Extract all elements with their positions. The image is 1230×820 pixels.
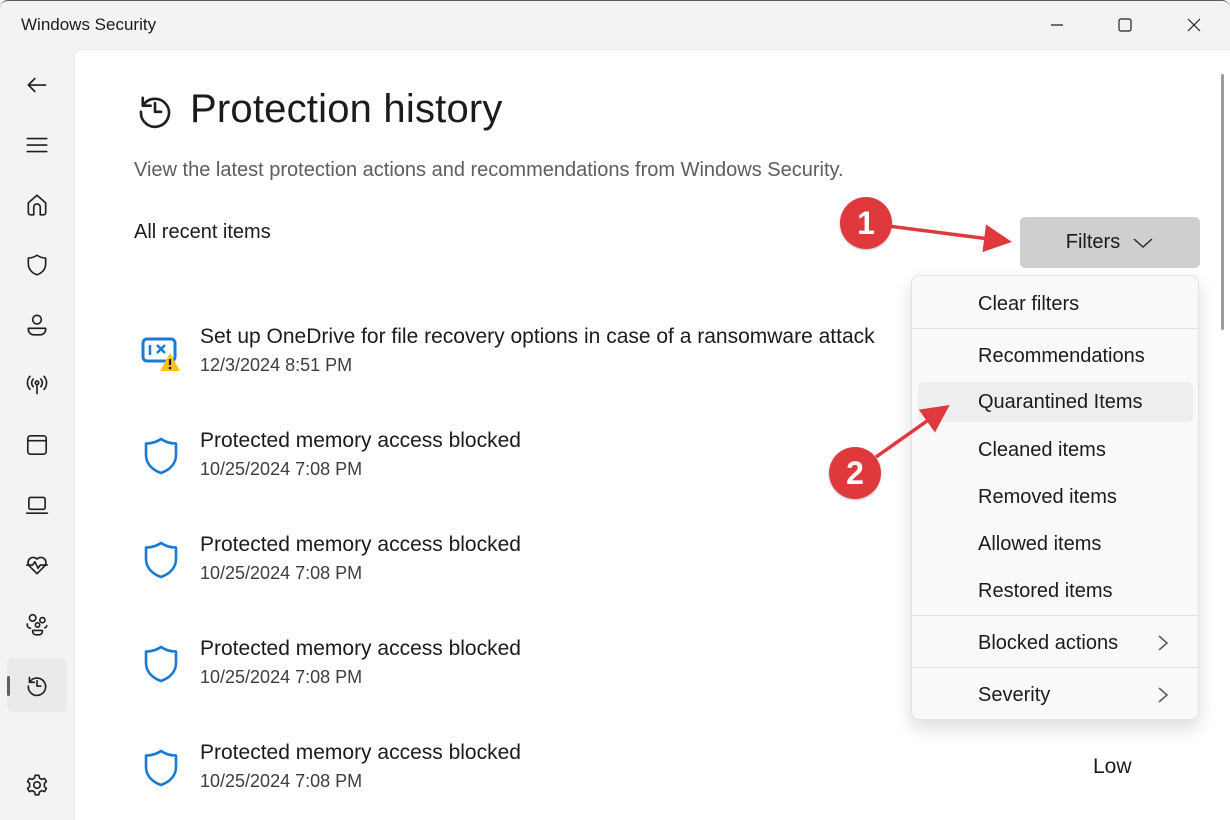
close-icon <box>1187 18 1201 32</box>
sidebar-item-virus-protection[interactable] <box>7 238 67 292</box>
vertical-scrollbar[interactable] <box>1221 74 1224 330</box>
sidebar-item-protection-history[interactable] <box>7 658 67 712</box>
item-date: 10/25/2024 7:08 PM <box>200 459 363 479</box>
menu-toggle-button[interactable] <box>7 118 67 172</box>
app-title: Windows Security <box>21 15 157 34</box>
menu-item-label: Blocked actions <box>978 631 1119 654</box>
filters-label: Filters <box>1065 231 1121 253</box>
sidebar-item-firewall-network[interactable] <box>7 358 67 412</box>
menu-item-removed-items[interactable]: Removed items <box>918 477 1193 517</box>
sidebar-item-account-protection[interactable] <box>7 298 67 352</box>
item-title: Protected memory access blocked <box>200 533 521 556</box>
list-item[interactable]: Protected memory access blocked 10/25/20… <box>134 741 934 801</box>
back-arrow-icon <box>27 77 47 93</box>
menu-item-label: Restored items <box>978 579 1113 602</box>
heart-pulse-icon <box>25 556 49 575</box>
menu-item-label: Recommendations <box>978 344 1145 367</box>
onedrive-warning-icon <box>141 337 180 371</box>
menu-divider <box>912 615 1198 616</box>
section-label: All recent items <box>134 221 271 243</box>
page-title: Protection history <box>190 87 503 131</box>
menu-divider <box>912 328 1198 329</box>
sidebar-item-device-performance[interactable] <box>7 538 67 592</box>
close-button[interactable] <box>1160 1 1228 49</box>
history-icon <box>139 95 171 128</box>
app-window-icon <box>26 434 48 456</box>
family-icon <box>26 613 48 636</box>
filters-dropdown-menu: Clear filters Recommendations Quarantine… <box>911 275 1199 720</box>
minimize-icon <box>1051 24 1063 26</box>
laptop-icon <box>25 496 49 514</box>
annotation-badge-2: 2 <box>829 447 881 499</box>
back-button[interactable] <box>7 58 67 112</box>
menu-item-clear-filters[interactable]: Clear filters <box>918 284 1193 324</box>
item-date: 10/25/2024 7:08 PM <box>200 667 363 687</box>
menu-item-label: Cleaned items <box>978 438 1106 461</box>
item-title: Protected memory access blocked <box>200 637 521 660</box>
chevron-down-icon <box>1133 237 1153 248</box>
menu-item-blocked-actions[interactable]: Blocked actions <box>918 623 1193 663</box>
sidebar-item-home[interactable] <box>7 178 67 232</box>
severity-label: Low <box>1093 755 1132 778</box>
maximize-icon <box>1118 18 1132 32</box>
menu-divider <box>912 667 1198 668</box>
menu-item-severity[interactable]: Severity <box>918 675 1193 715</box>
wireless-antenna-icon <box>26 375 48 395</box>
gear-icon <box>26 774 48 796</box>
shield-icon <box>144 749 178 787</box>
app-window: Windows Security Protection history View… <box>0 0 1230 820</box>
chevron-right-icon <box>1158 635 1169 651</box>
title-bar: Windows Security <box>0 1 1230 49</box>
item-title: Protected memory access blocked <box>200 429 521 452</box>
item-title: Protected memory access blocked <box>200 741 521 764</box>
filters-button[interactable]: Filters <box>1020 217 1200 268</box>
sidebar-item-family-options[interactable] <box>7 598 67 652</box>
annotation-badge-1: 1 <box>840 197 892 249</box>
item-date: 10/25/2024 7:08 PM <box>200 563 363 583</box>
shield-icon <box>27 254 47 276</box>
item-title: Set up OneDrive for file recovery option… <box>200 325 875 348</box>
menu-item-label: Quarantined Items <box>978 390 1143 413</box>
hamburger-menu-icon <box>26 137 48 153</box>
sidebar-nav <box>0 49 74 820</box>
list-item[interactable]: Set up OneDrive for file recovery option… <box>134 325 934 385</box>
menu-item-label: Clear filters <box>978 292 1080 315</box>
menu-item-label: Removed items <box>978 485 1117 508</box>
minimize-button[interactable] <box>1023 1 1091 49</box>
page-description: View the latest protection actions and r… <box>134 159 844 181</box>
menu-item-cleaned-items[interactable]: Cleaned items <box>918 430 1193 470</box>
chevron-right-icon <box>1158 687 1169 703</box>
menu-item-label: Severity <box>978 683 1051 706</box>
shield-icon <box>144 541 178 579</box>
list-item[interactable]: Protected memory access blocked 10/25/20… <box>134 429 934 489</box>
menu-item-recommendations[interactable]: Recommendations <box>918 336 1193 376</box>
item-date: 10/25/2024 7:08 PM <box>200 771 363 791</box>
maximize-button[interactable] <box>1091 1 1159 49</box>
list-item[interactable]: Protected memory access blocked 10/25/20… <box>134 533 934 593</box>
shield-icon <box>144 437 178 475</box>
menu-item-quarantined-items[interactable]: Quarantined Items <box>918 382 1193 422</box>
home-icon <box>27 194 47 216</box>
history-icon <box>27 676 47 697</box>
menu-item-label: Allowed items <box>978 532 1102 555</box>
menu-item-allowed-items[interactable]: Allowed items <box>918 524 1193 564</box>
page-header: Protection history <box>134 87 503 132</box>
sidebar-item-settings[interactable] <box>7 758 67 812</box>
person-icon <box>27 314 47 336</box>
sidebar-item-device-security[interactable] <box>7 478 67 532</box>
menu-item-restored-items[interactable]: Restored items <box>918 571 1193 611</box>
sidebar-item-app-browser-control[interactable] <box>7 418 67 472</box>
list-item[interactable]: Protected memory access blocked 10/25/20… <box>134 637 934 697</box>
item-date: 12/3/2024 8:51 PM <box>200 355 353 375</box>
shield-icon <box>144 645 178 683</box>
